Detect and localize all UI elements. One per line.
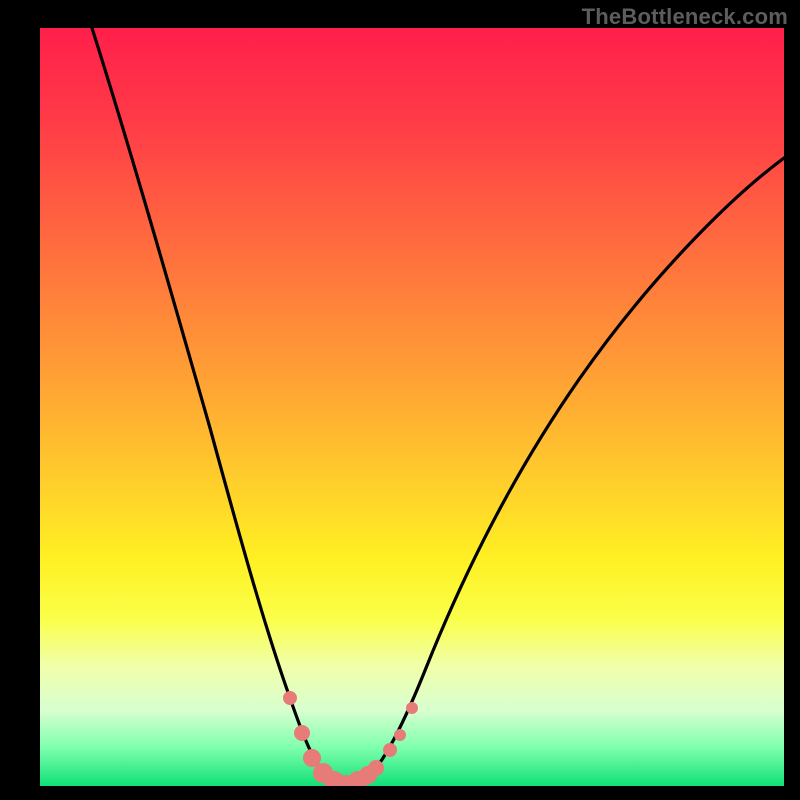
trough-markers	[283, 691, 418, 786]
chart-plot-area	[40, 28, 784, 786]
watermark-text: TheBottleneck.com	[582, 4, 788, 30]
chart-frame: TheBottleneck.com	[0, 0, 800, 800]
curve-path	[92, 28, 784, 785]
bottleneck-curve	[40, 28, 784, 786]
